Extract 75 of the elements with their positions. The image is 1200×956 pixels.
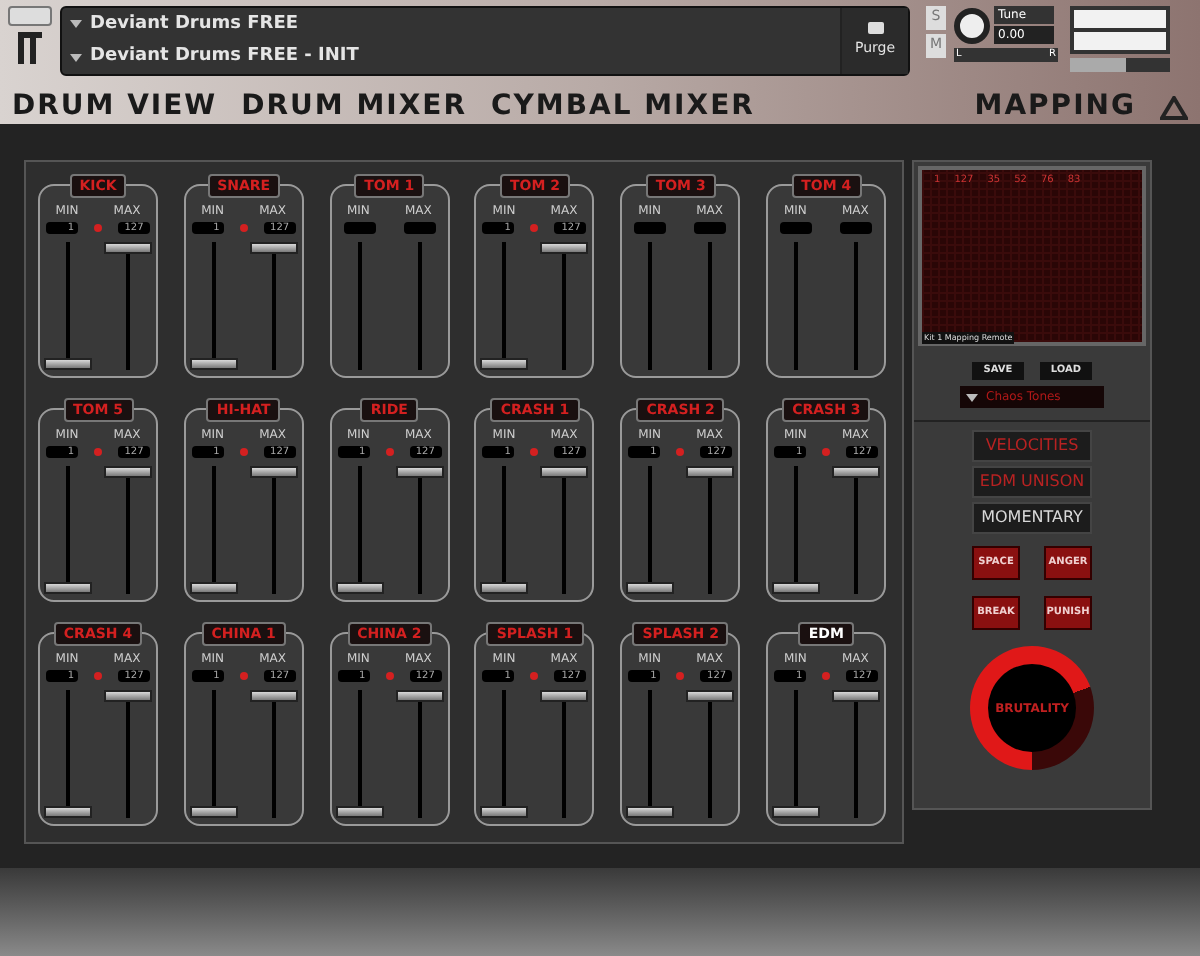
slider-track[interactable] (480, 690, 529, 818)
tune-knob[interactable] (954, 7, 990, 43)
slider-thumb[interactable] (104, 466, 152, 478)
slider-thumb[interactable] (189, 806, 238, 818)
slider-thumb[interactable] (772, 582, 821, 594)
slider-thumb[interactable] (335, 806, 384, 818)
slider-track[interactable] (772, 690, 821, 818)
slider-track[interactable] (832, 466, 881, 594)
volume-slider[interactable] (1070, 58, 1170, 72)
slider-thumb[interactable] (626, 582, 675, 594)
nav-tab[interactable]: MAPPING (974, 86, 1136, 128)
slider-thumb[interactable] (480, 358, 529, 370)
camera-icon[interactable] (867, 22, 883, 35)
slider-thumb[interactable] (249, 690, 298, 702)
slider-thumb[interactable] (249, 242, 298, 254)
slider-track[interactable] (249, 466, 298, 594)
slider-track[interactable] (832, 690, 881, 818)
slider-track[interactable] (772, 466, 821, 594)
slider-thumb[interactable] (44, 358, 92, 370)
preset-name[interactable]: Deviant Drums FREE - INIT (90, 44, 359, 71)
slider-track[interactable] (189, 242, 238, 370)
slider-thumb[interactable] (686, 690, 735, 702)
slider-track[interactable] (335, 466, 384, 594)
slider-thumb[interactable] (104, 242, 152, 254)
nav-tab[interactable]: DRUM VIEW (12, 86, 218, 128)
nav-tab[interactable]: CYMBAL MIXER (490, 86, 755, 128)
slider-thumb[interactable] (480, 582, 529, 594)
slider-thumb[interactable] (832, 690, 881, 702)
slider-track[interactable] (44, 466, 92, 594)
slider-track[interactable] (249, 690, 298, 818)
slider-track[interactable] (626, 466, 675, 594)
slider-track[interactable] (44, 690, 92, 818)
slider-thumb[interactable] (249, 466, 298, 478)
slider-thumb[interactable] (44, 582, 92, 594)
slider-thumb[interactable] (189, 358, 238, 370)
slider-track[interactable] (395, 466, 444, 594)
slider-track[interactable] (686, 466, 735, 594)
slider-thumb[interactable] (44, 806, 92, 818)
slider-track[interactable] (189, 690, 238, 818)
slider-thumb[interactable] (395, 690, 444, 702)
nav-tab[interactable]: DRUM MIXER (241, 86, 467, 128)
slider-track[interactable] (480, 242, 529, 370)
dropdown-caret-icon[interactable] (70, 53, 82, 62)
slider-thumb[interactable] (395, 466, 444, 478)
mode-button[interactable]: MOMENTARY (972, 502, 1092, 534)
slider-track[interactable] (104, 690, 152, 818)
slider-thumb[interactable] (540, 242, 589, 254)
slider-thumb[interactable] (540, 690, 589, 702)
slider-track[interactable] (189, 466, 238, 594)
slider-track[interactable] (540, 242, 589, 370)
slider-track[interactable] (335, 690, 384, 818)
slider-thumb[interactable] (540, 466, 589, 478)
output-meter (1070, 6, 1170, 54)
slider-thumb[interactable] (189, 582, 238, 594)
dropdown-caret-icon[interactable] (966, 393, 978, 401)
slider-track[interactable] (104, 466, 152, 594)
slider-thumb[interactable] (686, 466, 735, 478)
slider-thumb[interactable] (480, 806, 529, 818)
slider-thumb[interactable] (626, 806, 675, 818)
slider-thumb[interactable] (772, 806, 821, 818)
slider-track[interactable] (480, 466, 529, 594)
slider-track[interactable] (686, 690, 735, 818)
slider-track[interactable] (540, 466, 589, 594)
slider-thumb[interactable] (832, 466, 881, 478)
slider-thumb[interactable] (335, 582, 384, 594)
triangle-icon[interactable] (1160, 95, 1188, 119)
instrument-name[interactable]: Deviant Drums FREE (90, 11, 299, 38)
slider-track[interactable] (395, 690, 444, 818)
slider-track[interactable] (249, 242, 298, 370)
slider-thumb[interactable] (104, 690, 152, 702)
slider-track[interactable] (626, 690, 675, 818)
slider-track[interactable] (44, 242, 92, 370)
slider-track[interactable] (104, 242, 152, 370)
dropdown-caret-icon[interactable] (70, 20, 82, 29)
slider-track[interactable] (540, 690, 589, 818)
